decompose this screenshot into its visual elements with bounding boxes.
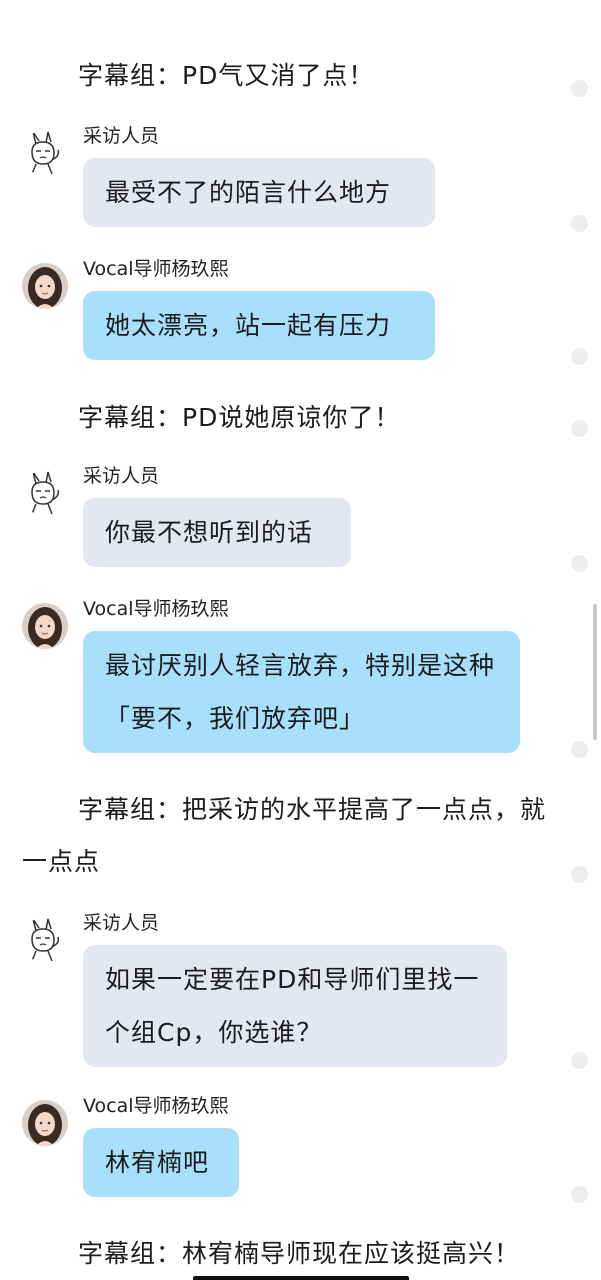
narration-text: 字幕组：PD气又消了点！ bbox=[78, 61, 375, 90]
comment-indicator-dot[interactable] bbox=[571, 1052, 588, 1069]
home-indicator[interactable] bbox=[193, 1276, 409, 1280]
comment-indicator-dot[interactable] bbox=[571, 348, 588, 365]
message-bubble[interactable]: 最讨厌别人轻言放弃，特别是这种「要不，我们放弃吧」 bbox=[83, 631, 520, 753]
narration-text: 字幕组：PD说她原谅你了！ bbox=[78, 403, 401, 432]
sender-name: Vocal导师杨玖熙 bbox=[83, 598, 229, 620]
comment-indicator-dot[interactable] bbox=[571, 1186, 588, 1203]
sender-name: 采访人员 bbox=[83, 465, 160, 487]
message-bubble[interactable]: 如果一定要在PD和导师们里找一个组Cp，你选谁？ bbox=[83, 945, 507, 1067]
sender-name: 采访人员 bbox=[83, 912, 160, 934]
scrollbar[interactable] bbox=[593, 604, 597, 740]
woman-portrait-avatar[interactable] bbox=[22, 603, 68, 649]
woman-portrait-avatar[interactable] bbox=[22, 263, 68, 309]
rabbit-doodle-icon[interactable] bbox=[22, 130, 68, 176]
message-bubble[interactable]: 林宥楠吧 bbox=[83, 1128, 239, 1197]
comment-indicator-dot[interactable] bbox=[571, 420, 588, 437]
sender-name: 采访人员 bbox=[83, 125, 160, 147]
sender-name: Vocal导师杨玖熙 bbox=[83, 1095, 229, 1117]
comment-indicator-dot[interactable] bbox=[571, 215, 588, 232]
comment-indicator-dot[interactable] bbox=[571, 866, 588, 883]
rabbit-doodle-icon[interactable] bbox=[22, 470, 68, 516]
narration-text: 字幕组：林宥楠导师现在应该挺高兴！ bbox=[78, 1239, 521, 1268]
narration-text: 字幕组：把采访的水平提高了一点点，就一点点 bbox=[22, 795, 547, 876]
message-bubble[interactable]: 最受不了的陌言什么地方 bbox=[83, 158, 435, 227]
comment-indicator-dot[interactable] bbox=[571, 741, 588, 758]
comment-indicator-dot[interactable] bbox=[571, 80, 588, 97]
message-bubble[interactable]: 你最不想听到的话 bbox=[83, 498, 351, 567]
rabbit-doodle-icon[interactable] bbox=[22, 917, 68, 963]
message-bubble[interactable]: 她太漂亮，站一起有压力 bbox=[83, 291, 435, 360]
comment-indicator-dot[interactable] bbox=[571, 555, 588, 572]
woman-portrait-avatar[interactable] bbox=[22, 1100, 68, 1146]
sender-name: Vocal导师杨玖熙 bbox=[83, 258, 229, 280]
